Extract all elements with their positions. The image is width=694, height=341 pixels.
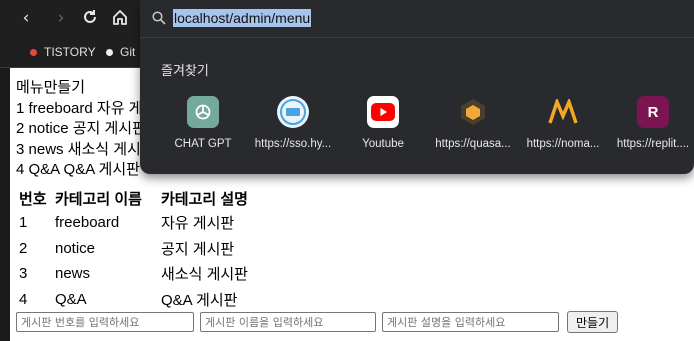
shortcut-label: https://replit....: [616, 138, 690, 150]
shortcut-replit[interactable]: R https://replit....: [608, 96, 694, 150]
shortcut-nomad[interactable]: https://noma...: [518, 96, 608, 150]
cell-name: notice: [55, 239, 96, 257]
shortcut-label: Youtube: [362, 138, 404, 150]
cell-number: 1: [19, 214, 28, 232]
bookmark-tistory[interactable]: TISTORY: [30, 45, 96, 59]
home-icon[interactable]: [110, 8, 130, 28]
board-name-input[interactable]: [200, 312, 376, 332]
back-icon[interactable]: ‹: [16, 8, 36, 28]
youtube-icon: [367, 96, 399, 128]
shortcut-youtube[interactable]: Youtube: [338, 96, 428, 150]
omnibox-dropdown: localhost/admin/menu 즐겨찾기 CHAT GPT https…: [140, 0, 694, 174]
menu-table: 번호 카테고리 이름 카테고리 설명 1 freeboard 자유 게시판 2 …: [16, 186, 251, 312]
board-number-input[interactable]: [16, 312, 194, 332]
board-description-input[interactable]: [382, 312, 559, 332]
reload-icon[interactable]: [80, 8, 100, 28]
cell-number: 4: [19, 290, 28, 308]
replit-icon: R: [637, 96, 669, 128]
bookmark-label: Git: [120, 45, 136, 59]
favorites-heading: 즐겨찾기: [161, 64, 209, 79]
tistory-icon: [30, 48, 37, 56]
create-button[interactable]: 만들기: [567, 311, 619, 333]
column-header-description: 카테고리 설명: [161, 190, 248, 208]
shortcut-sso[interactable]: https://sso.hy...: [248, 96, 338, 150]
cell-number: 2: [19, 239, 28, 257]
cell-name: Q&A: [55, 290, 87, 308]
cell-description: 새소식 게시판: [161, 266, 248, 284]
shortcut-chatgpt[interactable]: CHAT GPT: [158, 96, 248, 150]
shortcut-label: CHAT GPT: [174, 138, 232, 150]
bookmark-label: TISTORY: [44, 45, 96, 59]
left-strip: [0, 68, 10, 341]
shortcut-label: https://sso.hy...: [254, 138, 332, 150]
bookmark-git[interactable]: Git: [106, 45, 135, 59]
sso-icon: [277, 96, 309, 128]
cell-description: 자유 게시판: [161, 215, 235, 233]
cell-name: news: [55, 265, 91, 283]
address-bar[interactable]: localhost/admin/menu: [140, 0, 694, 38]
table-header-row: 번호 카테고리 이름 카테고리 설명: [16, 186, 251, 210]
nomad-icon: [547, 96, 579, 128]
table-row: 2 notice 공지 게시판: [16, 236, 251, 262]
cell-number: 3: [19, 265, 28, 283]
quasar-icon: [457, 96, 489, 128]
search-icon: [152, 11, 166, 25]
shortcut-label: https://noma...: [526, 138, 600, 150]
column-header-number: 번호: [19, 190, 47, 208]
create-menu-form: 만들기: [16, 311, 619, 333]
cell-name: freeboard: [55, 214, 120, 232]
forward-icon[interactable]: ›: [51, 8, 71, 28]
table-row: 3 news 새소식 게시판: [16, 261, 251, 287]
shortcut-quasar[interactable]: https://quasa...: [428, 96, 518, 150]
cell-description: 공지 게시판: [161, 240, 235, 258]
table-row: 4 Q&A Q&A 게시판: [16, 287, 251, 313]
table-row: 1 freeboard 자유 게시판: [16, 210, 251, 236]
address-input[interactable]: localhost/admin/menu: [173, 9, 312, 27]
cell-description: Q&A 게시판: [161, 291, 238, 309]
column-header-name: 카테고리 이름: [55, 190, 142, 208]
shortcut-label: https://quasa...: [435, 138, 511, 150]
github-icon: [106, 48, 113, 56]
chatgpt-icon: [187, 96, 219, 128]
